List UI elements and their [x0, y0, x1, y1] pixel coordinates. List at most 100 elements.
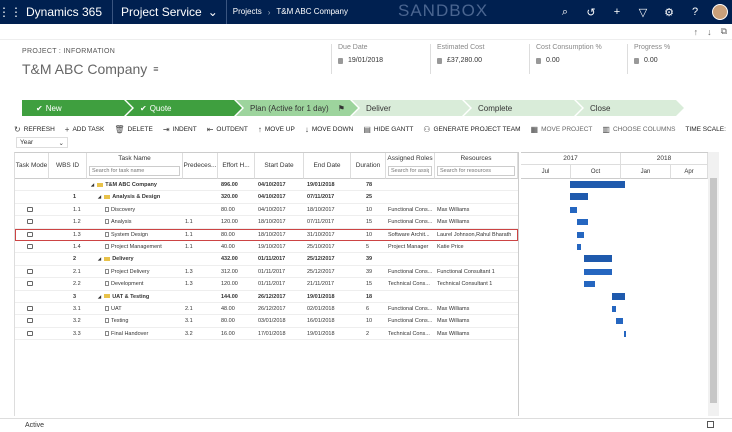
gantt-bar[interactable] — [612, 292, 625, 300]
app-launcher-icon[interactable]: ⋮⋮ — [0, 0, 22, 24]
cell-effort: 48.00 — [221, 305, 235, 312]
time-scale-select[interactable]: Year ⌄ — [16, 137, 68, 148]
move-down-button[interactable]: ↓ MOVE DOWN — [305, 125, 354, 134]
delete-button[interactable]: 🗑 DELETE — [114, 125, 152, 134]
business-process-flow: ✔ New ✔ Quote Plan (Active for 1 day) ⚑ Del… — [22, 100, 678, 116]
gantt-bar[interactable] — [576, 231, 584, 238]
table-row[interactable]: 3 ◢ UAT & Testing 144.00 26/12/2017 19/01/20… — [15, 291, 518, 303]
outdent-button[interactable]: ⇤ OUTDENT — [207, 125, 248, 134]
user-avatar[interactable] — [712, 4, 728, 20]
refresh-button[interactable]: ↻ REFRESH — [14, 125, 55, 134]
cell-res: Functional Consultant 1 — [437, 268, 495, 275]
gantt-bar[interactable] — [577, 244, 581, 250]
popout-icon[interactable]: ⧉ — [721, 26, 727, 37]
gantt-bar[interactable] — [623, 330, 626, 337]
gantt-year-2017: 2017 — [521, 153, 621, 165]
gantt-bar[interactable] — [569, 193, 588, 201]
task-doc-icon — [105, 268, 109, 274]
table-row[interactable]: 3.2 Testing 3.1 80.00 03/01/2018 16/01/2018 10… — [15, 315, 518, 328]
col-header-wbs[interactable]: WBS ID — [49, 153, 87, 179]
vertical-scrollbar[interactable] — [708, 152, 719, 416]
indent-button[interactable]: ⇥ INDENT — [163, 125, 197, 134]
cell-start: 26/12/2017 — [258, 293, 286, 300]
cell-dur: 2 — [366, 330, 370, 337]
table-row[interactable]: 3.1 UAT 2.1 48.00 26/12/2017 02/01/2018 6 Funct… — [15, 303, 518, 316]
breadcrumb-record[interactable]: T&M ABC Company — [270, 0, 354, 24]
col-header-task-name[interactable]: Task Name — [87, 153, 183, 179]
cell-wbs: 1.3 — [73, 231, 81, 238]
generate-team-button[interactable]: ⚇ GENERATE PROJECT TEAM — [423, 125, 520, 134]
cell-pred: 1.3 — [185, 281, 193, 288]
gantt-bar[interactable] — [569, 206, 578, 213]
col-header-end-date[interactable]: End Date — [304, 153, 351, 179]
col-header-duration[interactable]: Duration — [351, 153, 386, 179]
cell-start: 01/11/2017 — [258, 268, 286, 275]
recent-icon[interactable]: ↺ — [578, 0, 604, 24]
resources-search-input[interactable] — [437, 166, 515, 176]
lock-icon — [634, 57, 639, 64]
table-row[interactable]: 2.2 Development 1.3 120.00 01/11/2017 21/11/2… — [15, 278, 518, 291]
table-row[interactable]: 3.3 Final Handover 3.2 16.00 17/01/2018 19/01… — [15, 328, 518, 341]
gantt-month: Oct — [571, 165, 621, 179]
stage-close[interactable]: Close — [576, 100, 684, 116]
help-icon[interactable]: ? — [682, 0, 708, 24]
stage-complete[interactable]: Complete — [464, 100, 582, 116]
table-row[interactable]: 1.1 Discovery 80.00 04/10/2017 18/10/2017 10 F… — [15, 204, 518, 217]
cell-wbs: 3 — [73, 293, 77, 300]
search-icon[interactable]: ⌕ — [552, 0, 578, 24]
app-brand[interactable]: Dynamics 365 — [20, 0, 114, 24]
table-row[interactable]: 1.2 Analysis 1.1 120.00 18/10/2017 07/11/2017… — [15, 216, 518, 229]
table-row[interactable]: ◢ T&M ABC Company 896.00 04/10/2017 19/01/2… — [15, 179, 518, 192]
breadcrumb-projects[interactable]: Projects — [227, 0, 268, 24]
gantt-bar[interactable] — [584, 268, 613, 275]
settings-gear-icon[interactable]: ⚙ — [656, 0, 682, 24]
task-search-input[interactable] — [89, 166, 180, 176]
cell-wbs: 3.3 — [73, 330, 81, 337]
task-mode-icon — [27, 241, 47, 253]
gantt-bar[interactable] — [616, 318, 624, 325]
move-project-button[interactable]: ▦ MOVE PROJECT — [531, 125, 593, 134]
gantt-bar[interactable] — [584, 255, 613, 263]
gantt-bar[interactable] — [569, 181, 625, 188]
cell-pred — [185, 204, 217, 216]
create-icon[interactable]: + — [604, 0, 630, 24]
scrollbar-thumb[interactable] — [710, 178, 717, 403]
module-switcher[interactable]: Project Service ⌄ — [113, 0, 227, 24]
sandbox-watermark: SANDBOX — [398, 1, 489, 20]
col-header-predecessors[interactable]: Predeces... — [183, 153, 218, 179]
col-header-start-date[interactable]: Start Date — [255, 153, 304, 179]
col-header-assigned-roles[interactable]: Assigned Roles — [386, 153, 435, 179]
time-scale-label: TIME SCALE: — [685, 125, 726, 133]
hide-gantt-button[interactable]: ▤ HIDE GANTT — [363, 125, 413, 134]
task-mode-icon — [27, 191, 47, 203]
col-header-task-mode[interactable]: Task Mode — [15, 153, 49, 179]
folder-icon — [104, 294, 111, 299]
save-icon[interactable] — [707, 421, 714, 428]
cell-res — [437, 291, 517, 303]
table-row[interactable]: 1.4 Project Management 1.1 40.00 19/10/2017 2… — [15, 241, 518, 254]
col-header-resources[interactable]: Resources — [435, 153, 518, 179]
choose-columns-button[interactable]: ▥ CHOOSE COLUMNS — [602, 125, 675, 134]
gantt-bar[interactable] — [584, 281, 595, 288]
table-row[interactable]: 1.3 System Design 1.1 80.00 18/10/2017 31/10/… — [15, 228, 518, 241]
filter-icon[interactable]: ▽ — [630, 0, 656, 24]
table-row[interactable]: 1 ◢ Analysis & Design 320.00 04/10/2017 07/1… — [15, 191, 518, 204]
col-header-effort[interactable]: Effort H... — [218, 153, 255, 179]
move-up-button[interactable]: ↑ MOVE UP — [258, 125, 295, 134]
task-mode-icon — [27, 328, 47, 340]
cell-roles: Software Archit... — [388, 231, 430, 238]
gantt-bar[interactable] — [576, 219, 588, 226]
table-row[interactable]: 2.1 Project Delivery 1.3 312.00 01/11/2017 25… — [15, 266, 518, 279]
table-row[interactable]: 2 ◢ Delivery 432.00 01/11/2017 25/12/2017 39 — [15, 253, 518, 266]
arrow-down-icon[interactable]: ↓ — [707, 27, 712, 37]
arrow-up-icon[interactable]: ↑ — [694, 27, 699, 37]
stage-new[interactable]: ✔ New — [22, 100, 132, 116]
stage-deliver[interactable]: Deliver — [352, 100, 470, 116]
stage-plan[interactable]: Plan (Active for 1 day) ⚑ — [236, 100, 358, 116]
add-task-button[interactable]: + ADD TASK — [65, 125, 105, 134]
gantt-bar[interactable] — [612, 306, 617, 312]
stage-quote[interactable]: ✔ Quote — [126, 100, 242, 116]
task-doc-icon — [105, 318, 109, 324]
form-menu-icon[interactable]: ≡ — [153, 64, 158, 74]
roles-search-input[interactable] — [388, 166, 432, 176]
